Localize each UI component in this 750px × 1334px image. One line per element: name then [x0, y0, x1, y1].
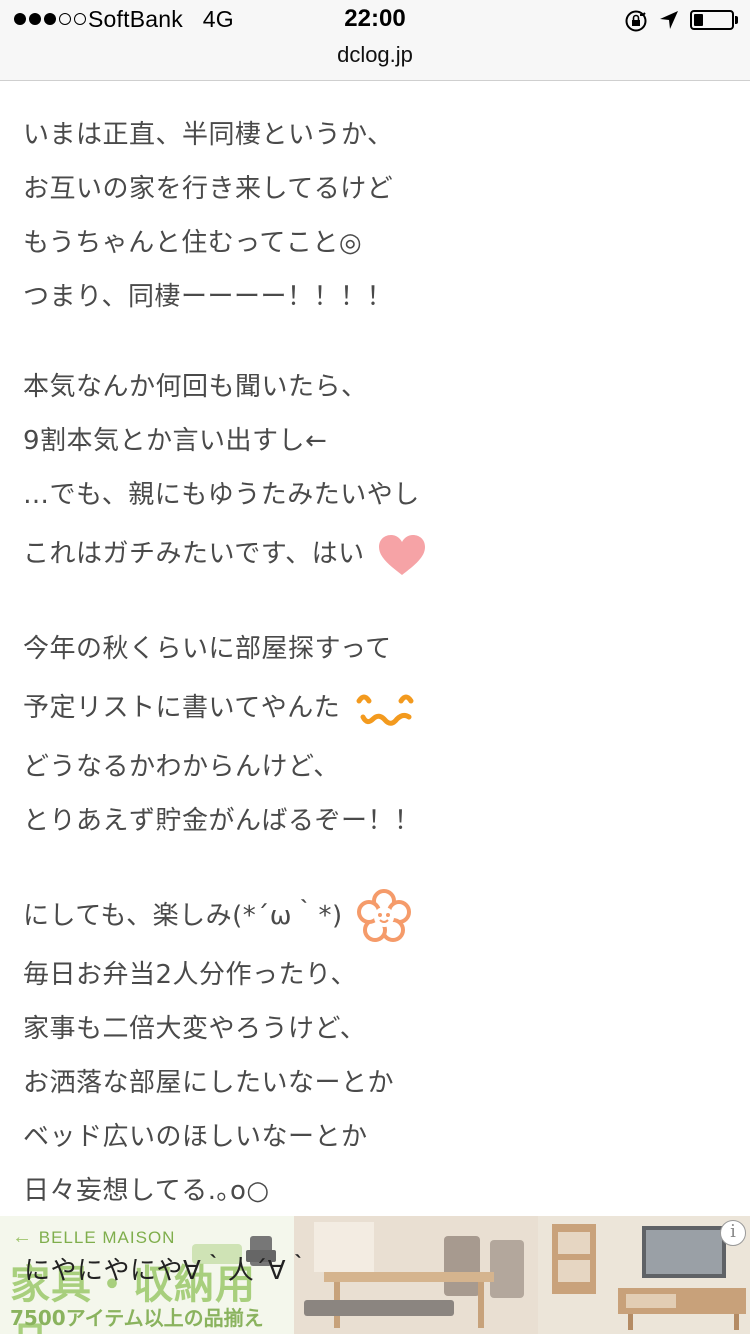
article-line: お互いの家を行き来してるけど [23, 174, 394, 204]
ad-photo-tv-stand[interactable] [538, 1216, 750, 1334]
article-line: いまは正直、半同棲というか、 [23, 120, 394, 150]
battery-tip [735, 16, 738, 24]
article-line: これはガチみたいです、はい [23, 539, 365, 569]
smile-face-icon [356, 694, 414, 726]
blog-article-body: いまは正直、半同棲というか、 お互いの家を行き来してるけど もうちゃんと住むって… [23, 108, 733, 1218]
article-line: 9割本気とか言い出すし← [23, 426, 328, 456]
article-line: 家事も二倍大変やろうけど、 [23, 1014, 367, 1044]
article-line: …でも、親にもゆうたみたいやし [23, 480, 420, 510]
battery-icon [690, 10, 734, 30]
ad-subline: 7500アイテム以上の品揃え [10, 1306, 264, 1330]
ad-brand-label: BELLE MAISON [38, 1228, 176, 1247]
article-line: 毎日お弁当2人分作ったり、 [23, 960, 358, 990]
article-line: ベッド広いのほしいなーとか [23, 1122, 368, 1152]
dining-table-image [294, 1216, 538, 1334]
article-line: 日々妄想してる.｡o○ [23, 1176, 270, 1206]
ad-info-icon[interactable]: i [720, 1220, 746, 1246]
address-bar[interactable]: dclog.jp [0, 42, 750, 68]
article-line: 今年の秋くらいに部屋探すって [23, 634, 392, 664]
article-line: つまり、同棲ーーーー！！！！ [23, 282, 393, 312]
article-line: にしても、楽しみ(*´ω｀*) [23, 901, 343, 931]
browser-top-bar: SoftBank 4G 22:00 dclog.jp [0, 0, 750, 81]
heart-icon [379, 534, 426, 575]
article-line: 予定リストに書いてやんた [23, 693, 341, 723]
rotation-lock-icon [625, 10, 647, 32]
ad-photo-dining[interactable] [294, 1216, 538, 1334]
article-line-with-emoji: 予定リストに書いてやんた [23, 676, 733, 740]
article-line: もうちゃんと住むってこと◎ [23, 228, 363, 258]
battery-level [694, 14, 703, 26]
article-line: どうなるかわからんけど、 [23, 752, 340, 782]
article-line: とりあえず貯金がんばるぞー！！ [23, 806, 421, 836]
article-line-with-emoji: にしても、楽しみ(*´ω｀*) [23, 884, 733, 948]
ad-banner[interactable]: ← BELLE MAISON 家具・収納用品 7500アイテム以上の品揃え [0, 1216, 750, 1334]
location-arrow-icon [660, 11, 678, 29]
status-bar: SoftBank 4G 22:00 [0, 0, 750, 40]
article-line: お洒落な部屋にしたいなーとか [23, 1068, 395, 1098]
article-line-with-emoji: これはガチみたいです、はい [23, 522, 733, 586]
article-line: 本気なんか何回も聞いたら、 [23, 372, 368, 402]
ad-overlay-comment: にやにやにや∀｀人´∀｀ [24, 1256, 313, 1286]
tv-stand-image [538, 1216, 750, 1334]
flower-icon [357, 888, 412, 942]
ad-brand-name: ← BELLE MAISON [12, 1226, 176, 1248]
